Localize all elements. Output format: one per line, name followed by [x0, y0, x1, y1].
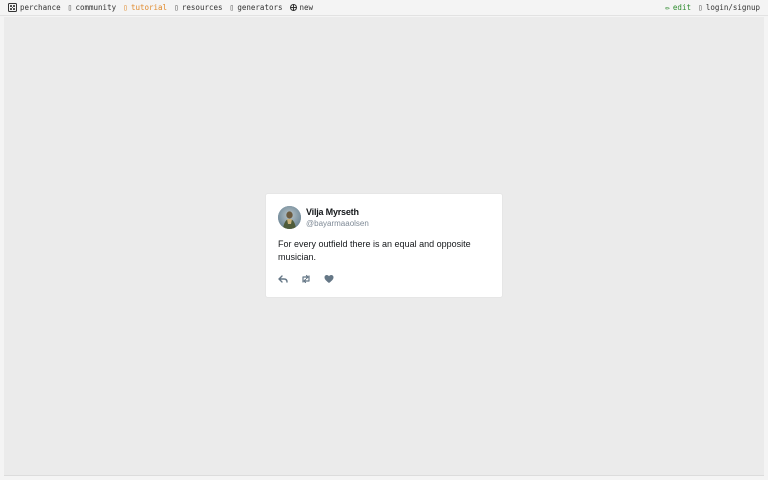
nav-community[interactable]: ▯ community [68, 3, 116, 12]
avatar[interactable] [278, 206, 301, 229]
nav-left: perchance ▯ community ▯ tutorial ▯ resou… [8, 3, 313, 12]
nav-perchance-label: perchance [20, 3, 61, 12]
nav-perchance[interactable]: perchance [8, 3, 61, 12]
nav-login-label: login/signup [705, 3, 760, 12]
display-name[interactable]: Vilja Myrseth [306, 207, 359, 217]
nav-community-label: community [75, 3, 117, 12]
nav-right: ✏ edit ▯ login/signup [665, 3, 760, 12]
nav-generators-label: generators [237, 3, 283, 12]
tweet-card: Vilja Myrseth @bayarmaaolsen For every o… [265, 193, 503, 298]
retweet-icon[interactable] [301, 274, 311, 284]
nav-generators[interactable]: ▯ generators [230, 3, 283, 12]
heart-icon[interactable] [324, 274, 334, 284]
generator-output-area: Vilja Myrseth @bayarmaaolsen For every o… [4, 17, 764, 476]
nav-tutorial-label: tutorial [130, 3, 168, 12]
user-icon: ▯ [697, 2, 703, 12]
reply-icon[interactable] [278, 274, 288, 284]
nav-edit[interactable]: ✏ edit [665, 3, 691, 12]
nav-new[interactable]: new [289, 3, 314, 12]
nav-resources-label: resources [181, 3, 223, 12]
dice-icon [8, 3, 17, 12]
nav-tutorial[interactable]: ▯ tutorial [123, 3, 167, 12]
tutorial-icon: ▯ [123, 2, 128, 12]
nav-resources[interactable]: ▯ resources [174, 3, 222, 12]
plus-globe-icon [289, 4, 297, 11]
avatar-image [278, 206, 301, 229]
nav-edit-label: edit [672, 3, 691, 12]
tweet-text: For every outfield there is an equal and… [278, 239, 471, 262]
user-handle[interactable]: @bayarmaaolsen [306, 219, 369, 228]
resources-icon: ▯ [174, 2, 179, 12]
nav-login[interactable]: ▯ login/signup [698, 3, 760, 12]
pencil-icon: ✏ [665, 2, 670, 12]
community-icon: ▯ [67, 2, 73, 12]
top-nav-bar: perchance ▯ community ▯ tutorial ▯ resou… [0, 0, 768, 16]
tweet-actions [278, 274, 334, 284]
nav-new-label: new [299, 3, 314, 12]
generators-icon: ▯ [229, 2, 235, 12]
